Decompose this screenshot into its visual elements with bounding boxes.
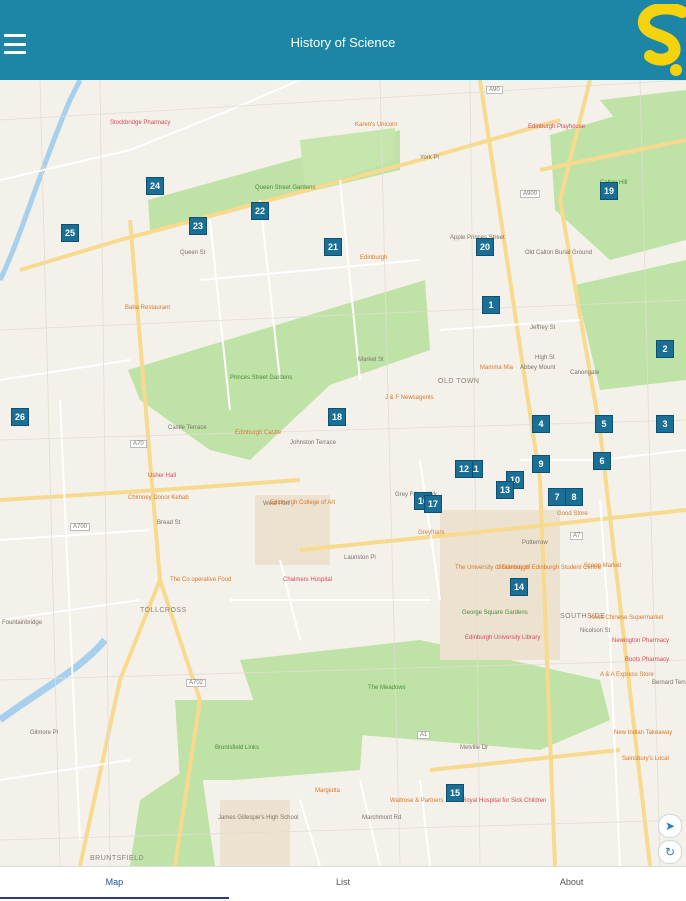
map-label: Gilmore Pl (30, 730, 59, 736)
map-marker-1[interactable]: 1 (482, 296, 500, 314)
map-label: Mamma Mia (480, 365, 514, 371)
map-label: BRUNTSFIELD (90, 855, 145, 862)
map-label: Queen St (180, 250, 206, 256)
map-marker-14[interactable]: 14 (510, 578, 528, 596)
map-label: Melville Dr (460, 745, 489, 751)
app-header: History of Science (0, 0, 686, 80)
map-marker-12[interactable]: 12 (455, 460, 473, 478)
map-marker-20[interactable]: 20 (476, 238, 494, 256)
map-marker-5[interactable]: 5 (595, 415, 613, 433)
map-label: Edinburgh Playhouse (528, 124, 586, 130)
road-number-label: A702 (186, 679, 207, 687)
bottom-tab-bar: Map List About (0, 866, 686, 901)
map-label: Stockbridge Pharmacy (110, 120, 171, 126)
map-view[interactable]: Stockbridge Pharmacy Queen Street Gardens… (0, 80, 686, 866)
map-marker-17[interactable]: 17 (424, 495, 442, 513)
tab-map[interactable]: Map (0, 867, 229, 901)
map-marker-3[interactable]: 3 (656, 415, 674, 433)
map-label: TOLLCROSS (140, 607, 187, 614)
map-marker-18[interactable]: 18 (328, 408, 346, 426)
map-label: Edinburgh (360, 255, 388, 261)
map-label: George Square Gardens (462, 610, 528, 616)
map-label: Bread St (157, 520, 181, 526)
map-label: Lauriston Pl (344, 555, 376, 561)
map-label: J & F Newsagents (385, 395, 434, 401)
map-marker-21[interactable]: 21 (324, 238, 342, 256)
map-marker-6[interactable]: 6 (593, 452, 611, 470)
road-number-label: A1 (417, 731, 431, 739)
map-marker-2[interactable]: 2 (656, 340, 674, 358)
map-marker-15[interactable]: 15 (446, 784, 464, 802)
map-label: York Pl (420, 155, 439, 161)
map-label: Waitrose & Partners (390, 798, 444, 804)
map-label: Castle Terrace (168, 425, 207, 431)
road-number-label: A7 (570, 532, 584, 540)
map-label: Old Calton Burial Ground (525, 250, 593, 256)
map-marker-4[interactable]: 4 (532, 415, 550, 433)
map-label: Edinburgh University Library (465, 635, 541, 641)
map-label: Good Store (557, 511, 588, 517)
map-label: Nicolson St (580, 628, 611, 634)
map-label: Margiotta (315, 788, 341, 794)
map-label: Sainsbury's Local (622, 756, 669, 762)
map-marker-26[interactable]: 26 (11, 408, 29, 426)
map-marker-23[interactable]: 23 (189, 217, 207, 235)
map-label: A & A Express Store (600, 672, 654, 678)
map-marker-24[interactable]: 24 (146, 177, 164, 195)
map-label: Bruntsfield Links (215, 745, 260, 751)
map-label: Karen's Unicorn (355, 122, 398, 128)
map-marker-8[interactable]: 8 (565, 488, 583, 506)
map-label: New Indian Takeaway (614, 730, 673, 736)
map-label: Market St (358, 357, 384, 363)
map-marker-19[interactable]: 19 (600, 182, 618, 200)
map-label: The Co operative Food (170, 577, 232, 583)
map-label: West Port (263, 501, 290, 507)
tab-about[interactable]: About (457, 867, 686, 901)
map-label: Krisa Chinese Supermarket (590, 615, 664, 621)
map-marker-13[interactable]: 13 (496, 481, 514, 499)
map-marker-25[interactable]: 25 (61, 224, 79, 242)
map-label: Greyfriars (418, 530, 445, 536)
map-label: Princes Street Gardens (230, 375, 293, 381)
map-label: Canongate (570, 370, 600, 376)
map-label: The Meadows (368, 685, 406, 691)
tab-list[interactable]: List (229, 867, 458, 901)
map-label: Fountainbridge (2, 620, 43, 626)
map-label: Boots Pharmacy (625, 657, 670, 663)
map-marker-7[interactable]: 7 (548, 488, 566, 506)
map-label: Jeffrey St (530, 325, 556, 331)
map-label: Scoop Market (584, 563, 622, 569)
map-label: Chalmers Hospital (283, 577, 333, 583)
map-label: Johnston Terrace (290, 440, 336, 446)
refresh-icon[interactable]: ↻ (658, 840, 682, 864)
page-title: History of Science (290, 35, 396, 50)
map-label: Royal Hospital for Sick Children (462, 798, 547, 804)
map-marker-22[interactable]: 22 (251, 202, 269, 220)
map-label: Marchmont Rd (362, 815, 402, 821)
map-label: Chimney Donor Kebab (128, 495, 189, 501)
map-label: Abbey Mount (520, 365, 556, 371)
map-base (0, 80, 686, 866)
map-label: Queen Street Gardens (255, 185, 316, 191)
map-label: OLD TOWN (438, 378, 480, 385)
road-number-label: A700 (70, 523, 91, 531)
map-label: Potterrow (522, 540, 548, 546)
road-number-label: A70 (130, 440, 147, 448)
map-label: Usher Hall (148, 473, 177, 479)
map-label: James Gillespie's High School (218, 815, 299, 821)
map-marker-9[interactable]: 9 (532, 455, 550, 473)
map-label: High St (535, 355, 555, 361)
s-logo (638, 4, 686, 76)
road-number-label: A90 (486, 86, 503, 94)
map-label: Baba Restaurant (125, 305, 171, 311)
map-label: Edinburgh Castle (235, 430, 282, 436)
map-label: Bernard Terrace (652, 680, 686, 686)
map-label: Newington Pharmacy (612, 638, 670, 644)
location-arrow-icon[interactable]: ➤ (658, 814, 682, 838)
road-number-label: A900 (520, 190, 541, 198)
